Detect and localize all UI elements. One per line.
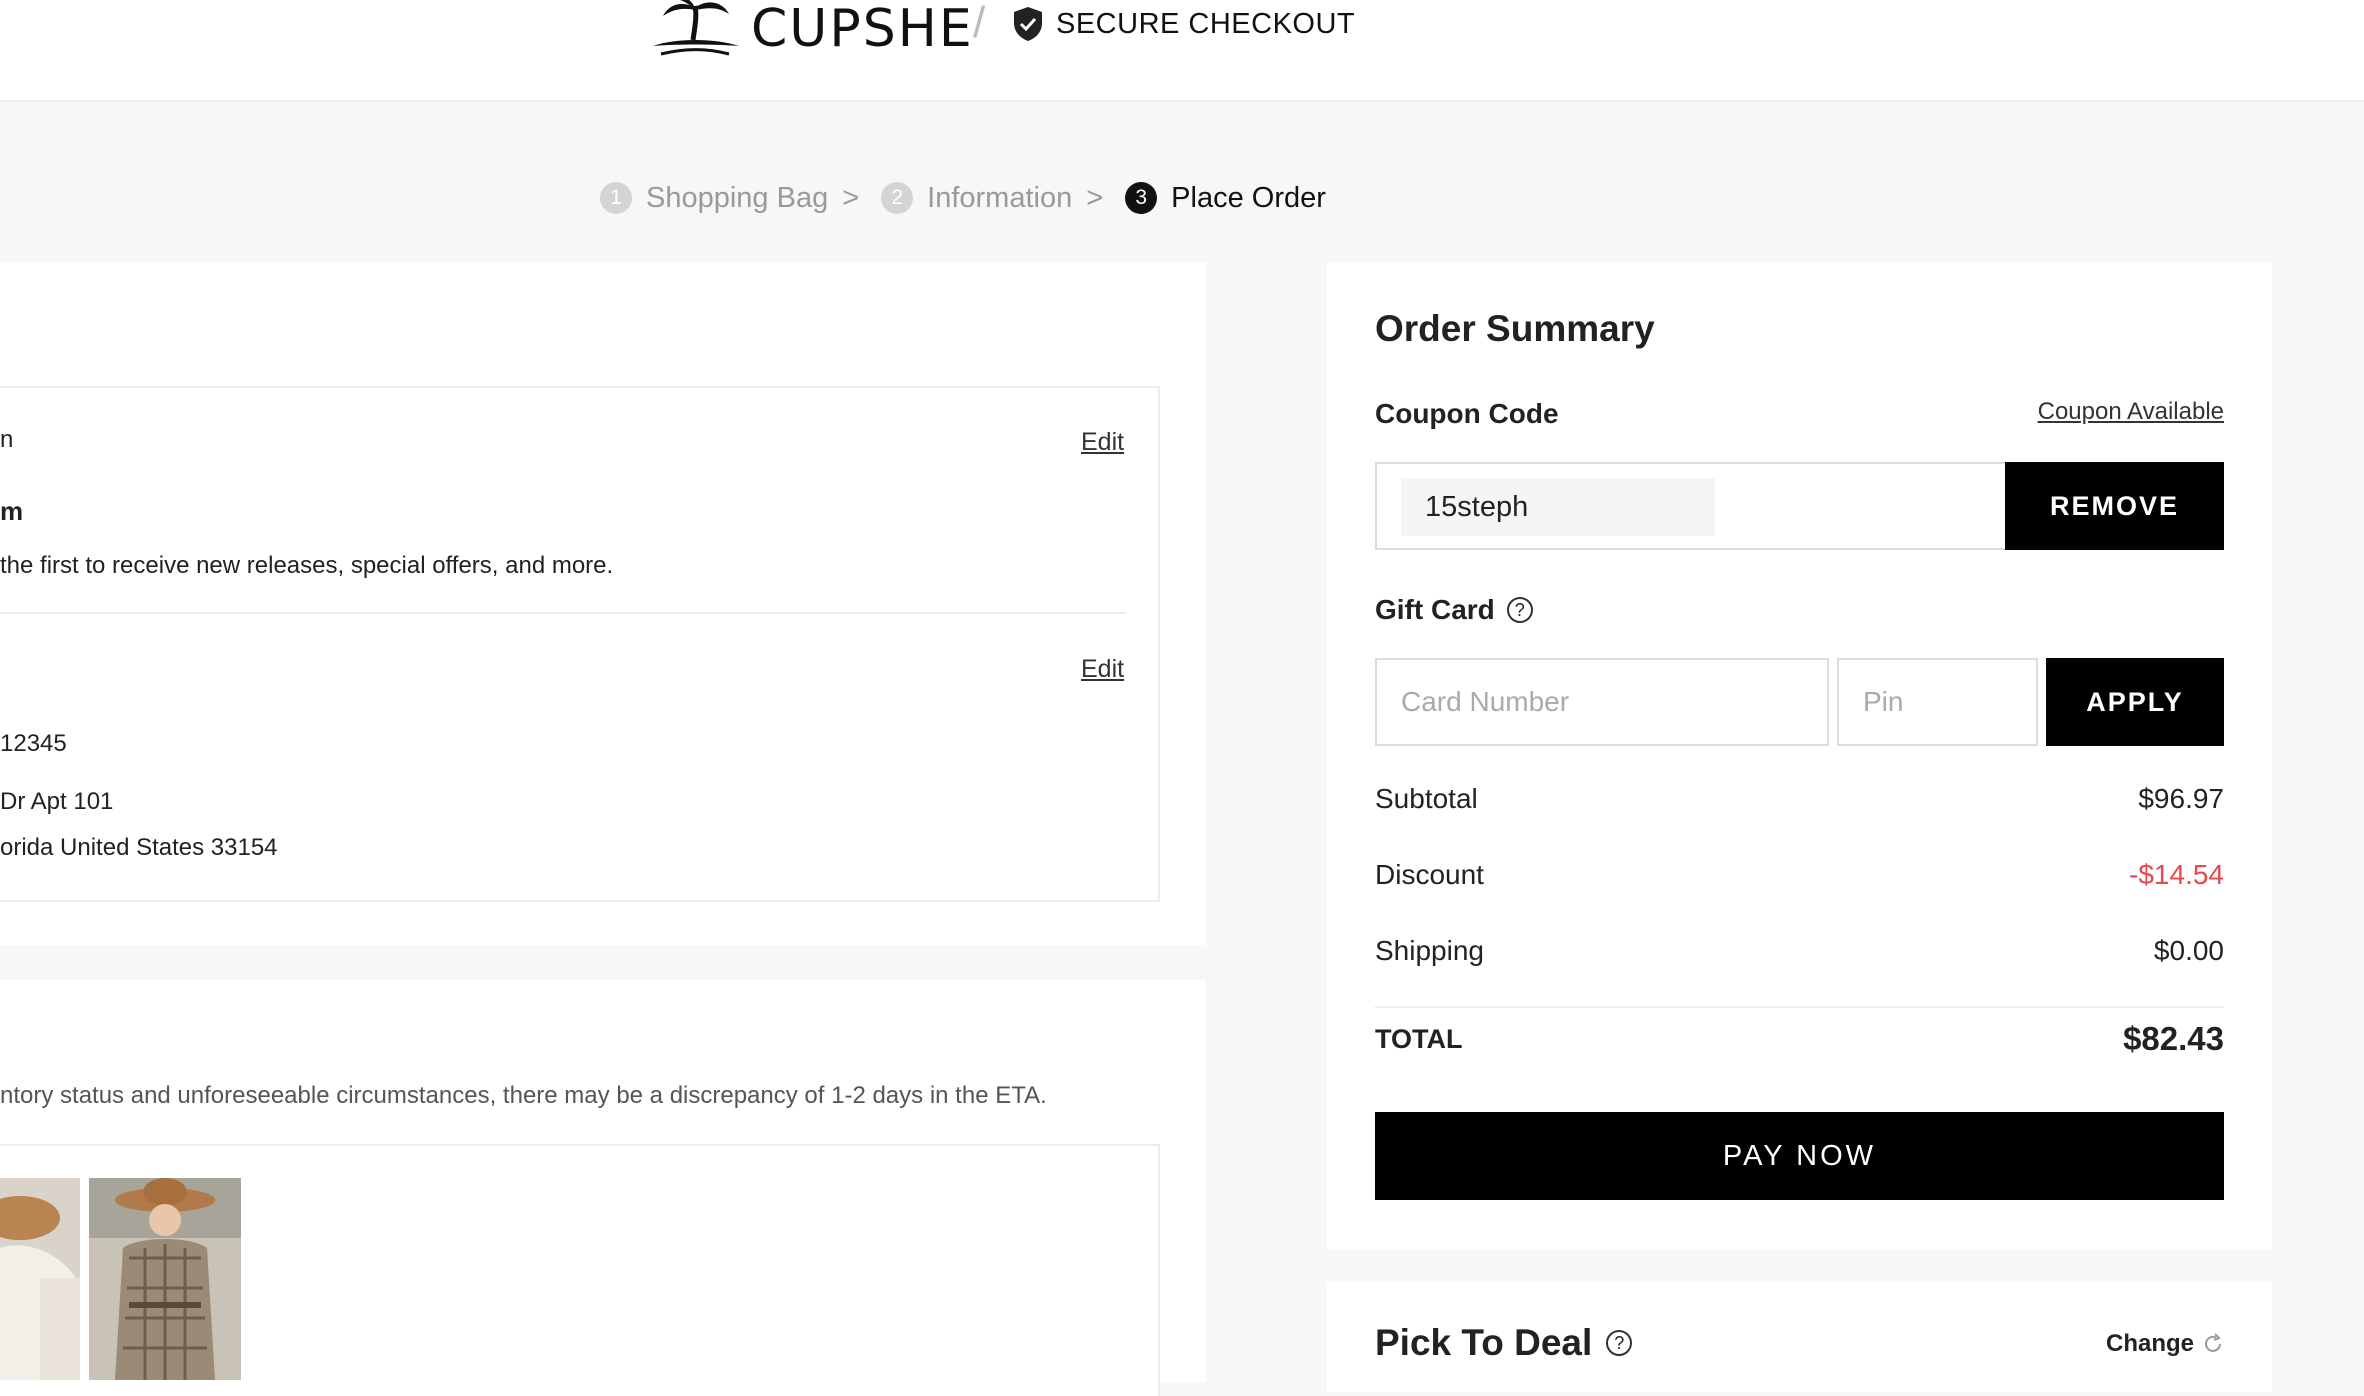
discount-value: -$14.54: [2129, 859, 2224, 890]
step-label: Shopping Bag: [646, 181, 829, 214]
apply-gift-card-button[interactable]: APPLY: [2046, 658, 2224, 746]
divider: [1375, 1006, 2224, 1008]
address-line-1: 12345: [0, 730, 67, 757]
help-icon[interactable]: ?: [1606, 1330, 1633, 1356]
contact-shipping-box: [0, 386, 1160, 902]
address-line-2: Dr Apt 101: [0, 788, 114, 815]
step-label: Place Order: [1171, 181, 1326, 214]
product-image[interactable]: [89, 1178, 241, 1380]
contact-line-1: n: [0, 426, 14, 453]
shipping-label: Shipping: [1375, 935, 1484, 966]
shield-check-icon: [1014, 7, 1042, 41]
total-row: TOTAL $82.43: [1375, 1020, 2224, 1058]
chevron-right-icon: >: [1086, 181, 1104, 214]
discount-label: Discount: [1375, 859, 1484, 890]
secure-checkout-label: SECURE CHECKOUT: [1056, 7, 1356, 40]
coupon-code-label: Coupon Code: [1375, 398, 1559, 430]
pick-to-deal-card: Pick To Deal ? Change: [1327, 1282, 2272, 1392]
total-value: $82.43: [2123, 1020, 2224, 1057]
address-line-3: orida United States 33154: [0, 834, 278, 861]
newsletter-text: the first to receive new releases, speci…: [0, 552, 614, 579]
refresh-icon: [2205, 1333, 2221, 1352]
order-summary-card: Order Summary Coupon Code Coupon Availab…: [1327, 262, 2272, 1250]
eta-note: ntory status and unforeseeable circumsta…: [0, 1082, 1047, 1109]
header: CUPSHE / SECURE CHECKOUT: [0, 0, 2364, 102]
step-number: 3: [1125, 182, 1158, 214]
coupon-code-text: Coupon Code: [1375, 398, 1559, 429]
gift-card-text: Gift Card: [1375, 594, 1495, 625]
help-icon[interactable]: ?: [1506, 597, 1533, 623]
order-summary-title: Order Summary: [1375, 308, 1655, 349]
pick-to-deal-text: Pick To Deal: [1375, 1322, 1593, 1363]
step-information[interactable]: 2 Information: [881, 182, 1072, 215]
pay-now-button[interactable]: PAY NOW: [1375, 1112, 2224, 1200]
subtotal-label: Subtotal: [1375, 783, 1478, 814]
step-shopping-bag[interactable]: 1 Shopping Bag: [600, 182, 828, 215]
edit-address-link[interactable]: Edit: [1081, 655, 1124, 684]
checkout-steps: 1 Shopping Bag > 2 Information > 3 Place…: [600, 176, 1326, 220]
brand-name: CUPSHE: [751, 0, 974, 59]
step-label: Information: [927, 181, 1073, 214]
gift-card-label: Gift Card ?: [1375, 594, 1533, 626]
brand-logo[interactable]: CUPSHE: [645, 0, 974, 64]
step-number: 2: [881, 182, 914, 214]
secure-checkout-badge: SECURE CHECKOUT: [1012, 0, 1355, 48]
remove-coupon-button[interactable]: REMOVE: [2005, 462, 2224, 550]
change-deal-button[interactable]: Change: [2106, 1330, 2224, 1358]
pick-to-deal-title: Pick To Deal ?: [1375, 1322, 1633, 1364]
coupon-available-link[interactable]: Coupon Available: [2038, 398, 2224, 426]
header-separator: /: [973, 0, 986, 47]
step-number: 1: [600, 182, 632, 214]
chevron-right-icon: >: [842, 181, 860, 214]
shipping-row: Shipping $0.00: [1375, 935, 2224, 967]
discount-row: Discount -$14.54: [1375, 859, 2224, 891]
total-label: TOTAL: [1375, 1023, 1463, 1054]
step-place-order: 3 Place Order: [1125, 182, 1326, 215]
pin-input[interactable]: Pin: [1837, 658, 2038, 746]
change-label: Change: [2105, 1330, 2194, 1357]
product-image[interactable]: [0, 1178, 80, 1380]
divider: [0, 612, 1126, 614]
card-number-input[interactable]: Card Number: [1375, 658, 1829, 746]
edit-contact-link[interactable]: Edit: [1081, 428, 1124, 457]
subtotal-row: Subtotal $96.97: [1375, 783, 2224, 815]
subtotal-value: $96.97: [2138, 783, 2224, 814]
shipping-value: $0.00: [2153, 935, 2224, 966]
contact-line-2: m: [0, 496, 24, 526]
applied-coupon-chip[interactable]: 15steph: [1401, 478, 1715, 536]
palm-tree-icon: [653, 0, 739, 56]
